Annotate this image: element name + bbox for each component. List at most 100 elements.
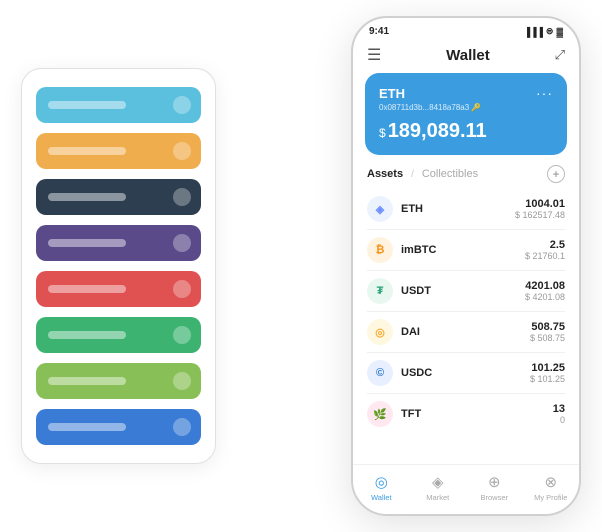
assets-tab-collectibles[interactable]: Collectibles [422, 168, 478, 180]
bottom-nav-label-wallet: Wallet [371, 493, 392, 502]
card-line [48, 331, 126, 339]
card-stack [21, 68, 216, 464]
card-line [48, 239, 126, 247]
card-item[interactable] [36, 363, 201, 399]
expand-icon[interactable]: ⤢ [555, 47, 565, 63]
asset-values: 2.5$ 21760.1 [525, 239, 565, 261]
bottom-nav-label-market: Market [426, 493, 449, 502]
top-nav: ☰ Wallet ⤢ [353, 41, 579, 73]
asset-item[interactable]: ◈ ETH1004.01$ 162517.48 [367, 189, 565, 230]
eth-card-dots[interactable]: ··· [536, 85, 553, 101]
eth-balance-amount: 189,089.11 [388, 120, 487, 142]
assets-tabs: Assets / Collectibles [367, 168, 478, 180]
menu-icon[interactable]: ☰ [367, 45, 381, 65]
asset-item[interactable]: ₿ imBTC2.5$ 21760.1 [367, 230, 565, 271]
card-item[interactable] [36, 409, 201, 445]
card-line [48, 377, 126, 385]
asset-values: 1004.01$ 162517.48 [515, 198, 565, 220]
card-line [48, 147, 126, 155]
asset-name: ETH [401, 203, 515, 215]
card-line [48, 423, 126, 431]
card-item[interactable] [36, 179, 201, 215]
card-item[interactable] [36, 271, 201, 307]
asset-item[interactable]: © USDC101.25$ 101.25 [367, 353, 565, 394]
asset-values: 101.25$ 101.25 [530, 362, 565, 384]
card-line [48, 101, 126, 109]
asset-name: DAI [401, 326, 530, 338]
bottom-nav-label-browser: Browser [480, 493, 508, 502]
card-item[interactable] [36, 317, 201, 353]
asset-amount: 1004.01 [515, 198, 565, 210]
card-icon [173, 418, 191, 436]
asset-item[interactable]: ◎ DAI508.75$ 508.75 [367, 312, 565, 353]
asset-item[interactable]: 🌿 TFT130 [367, 394, 565, 434]
eth-card-label: ETH [379, 86, 405, 101]
signal-icon: ▐▐▐ [524, 27, 543, 37]
asset-usd: $ 162517.48 [515, 210, 565, 220]
add-asset-button[interactable]: + [547, 165, 565, 183]
asset-icon-dai: ◎ [367, 319, 393, 345]
bottom-nav-my-profile[interactable]: ⊗ My Profile [523, 473, 580, 502]
card-icon [173, 280, 191, 298]
asset-usd: $ 21760.1 [525, 251, 565, 261]
card-icon [173, 326, 191, 344]
asset-usd: $ 4201.08 [525, 292, 565, 302]
battery-icon: ▓ [556, 27, 563, 37]
nav-title: Wallet [446, 47, 490, 64]
card-icon [173, 372, 191, 390]
asset-amount: 508.75 [530, 321, 565, 333]
wifi-icon: ⊜ [546, 26, 554, 37]
asset-amount: 101.25 [530, 362, 565, 374]
eth-card-address: 0x08711d3b...8418a78a3 🔑 [379, 103, 553, 112]
asset-icon-tft: 🌿 [367, 401, 393, 427]
card-item[interactable] [36, 87, 201, 123]
bottom-nav-icon-my-profile: ⊗ [544, 473, 557, 491]
bottom-nav: ◎ Wallet ◈ Market ⊕ Browser ⊗ My Profile [353, 464, 579, 514]
scene: 9:41 ▐▐▐ ⊜ ▓ ☰ Wallet ⤢ ETH ··· 0x08711d… [21, 16, 581, 516]
bottom-nav-icon-market: ◈ [432, 473, 444, 491]
bottom-nav-market[interactable]: ◈ Market [410, 473, 467, 502]
assets-tab-active[interactable]: Assets [367, 168, 403, 180]
card-line [48, 193, 126, 201]
asset-usd: $ 508.75 [530, 333, 565, 343]
asset-amount: 13 [553, 403, 565, 415]
bottom-nav-browser[interactable]: ⊕ Browser [466, 473, 523, 502]
asset-values: 130 [553, 403, 565, 425]
asset-icon-eth: ◈ [367, 196, 393, 222]
asset-values: 508.75$ 508.75 [530, 321, 565, 343]
card-icon [173, 142, 191, 160]
asset-name: imBTC [401, 244, 525, 256]
card-icon [173, 234, 191, 252]
add-icon: + [552, 167, 559, 181]
status-bar: 9:41 ▐▐▐ ⊜ ▓ [353, 18, 579, 41]
asset-icon-imbtc: ₿ [367, 237, 393, 263]
phone: 9:41 ▐▐▐ ⊜ ▓ ☰ Wallet ⤢ ETH ··· 0x08711d… [351, 16, 581, 516]
bottom-nav-label-my-profile: My Profile [534, 493, 567, 502]
card-item[interactable] [36, 133, 201, 169]
card-icon [173, 188, 191, 206]
asset-icon-usdt: ₮ [367, 278, 393, 304]
eth-card-top: ETH ··· [379, 85, 553, 101]
card-icon [173, 96, 191, 114]
card-line [48, 285, 126, 293]
bottom-nav-wallet[interactable]: ◎ Wallet [353, 473, 410, 502]
asset-name: TFT [401, 408, 553, 420]
asset-usd: 0 [553, 415, 565, 425]
asset-list: ◈ ETH1004.01$ 162517.48 ₿ imBTC2.5$ 21760.1… [353, 189, 579, 464]
asset-values: 4201.08$ 4201.08 [525, 280, 565, 302]
card-item[interactable] [36, 225, 201, 261]
asset-name: USDT [401, 285, 525, 297]
bottom-nav-icon-browser: ⊕ [488, 473, 501, 491]
asset-icon-usdc: © [367, 360, 393, 386]
eth-card[interactable]: ETH ··· 0x08711d3b...8418a78a3 🔑 $189,08… [365, 73, 567, 155]
asset-name: USDC [401, 367, 530, 379]
bottom-nav-icon-wallet: ◎ [375, 473, 388, 491]
assets-header: Assets / Collectibles + [353, 165, 579, 189]
assets-tab-divider: / [411, 169, 414, 180]
asset-amount: 4201.08 [525, 280, 565, 292]
asset-amount: 2.5 [525, 239, 565, 251]
eth-card-balance: $189,089.11 [379, 120, 553, 143]
status-icons: ▐▐▐ ⊜ ▓ [524, 26, 563, 37]
asset-item[interactable]: ₮ USDT4201.08$ 4201.08 [367, 271, 565, 312]
status-time: 9:41 [369, 26, 389, 37]
